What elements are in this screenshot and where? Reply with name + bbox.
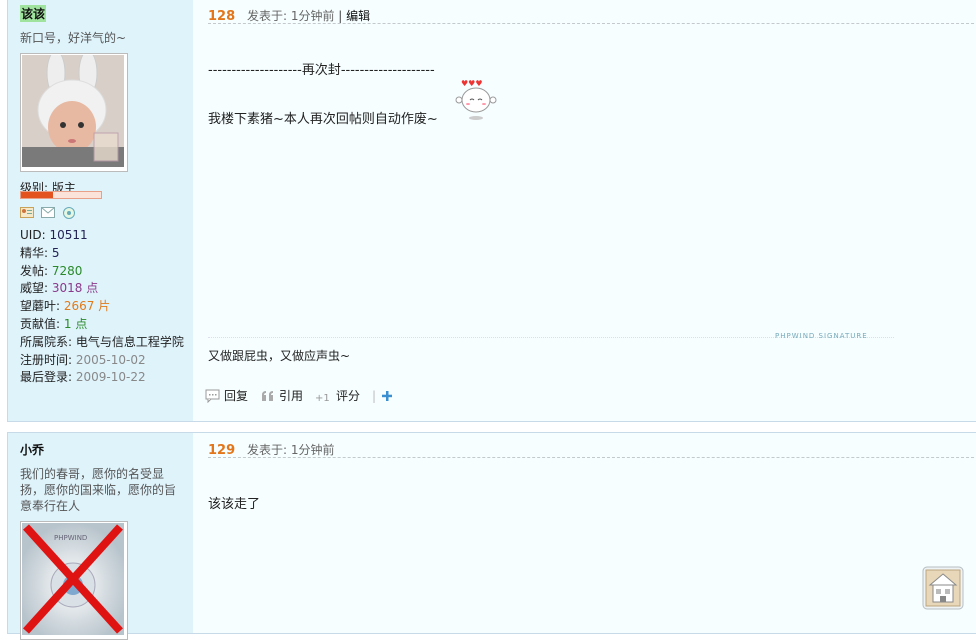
content-line-1: 该该走了 [208, 497, 261, 512]
quote-label: 引用 [279, 389, 304, 403]
post-time: 发表于: 1分钟前 [246, 9, 335, 23]
stat-posts: 发帖: 7280 [20, 263, 83, 278]
stat-department: 所属院系: 电气与信息工程学院 [20, 334, 184, 349]
post-actions: 回复 引用 +1 评分 | [205, 387, 393, 404]
content-line-1: --------------------再次封-----------------… [208, 63, 435, 78]
reply-button[interactable]: 回复 [205, 387, 248, 404]
house-icon [922, 566, 964, 610]
svg-text:♥♥♥: ♥♥♥ [461, 79, 483, 88]
post-header: 128 发表于: 1分钟前 | 编辑 [208, 7, 976, 24]
rate-label: 评分 [336, 389, 361, 403]
baby-avatar-image [22, 55, 124, 167]
floor-number[interactable]: 128 [208, 9, 235, 24]
signature-text: 又做跟屁虫，又做应声虫~ [208, 349, 351, 363]
stat-digest: 精华: 5 [20, 245, 60, 260]
chat-bubble-icon[interactable] [62, 207, 76, 219]
post-128: 该该 新口号，好洋气的~ 级别: 版主 UID: 10511 精华: 5 发帖:… [7, 0, 976, 422]
no-avatar-placeholder-image: PHPWIND [22, 523, 124, 635]
plus-one-icon: +1 [315, 393, 330, 403]
reply-icon [205, 389, 220, 403]
avatar[interactable]: PHPWIND [20, 521, 128, 640]
more-plus-icon[interactable] [382, 390, 393, 401]
user-sidebar: 小乔 我们的春哥，愿你的名受显扬，愿你的国来临，愿你的旨意奉行在人 PHPWIN… [8, 433, 193, 640]
post-129: 小乔 我们的春哥，愿你的名受显扬，愿你的国来临，愿你的旨意奉行在人 PHPWIN… [7, 432, 976, 640]
rank-progress-bar [20, 191, 102, 199]
quote-button[interactable]: 引用 [260, 387, 303, 404]
stat-contribution: 贡献值: 1 点 [20, 316, 88, 331]
post-time: 发表于: 1分钟前 [246, 443, 335, 457]
post-body: 129 发表于: 1分钟前 该该走了 [193, 433, 976, 633]
post-header: 129 发表于: 1分钟前 [208, 441, 976, 458]
user-stats: UID: 10511 精华: 5 发帖: 7280 威望: 3018 点 望蘑叶… [20, 227, 184, 387]
header-separator: | [338, 9, 343, 23]
float-home-icon[interactable] [922, 566, 964, 610]
user-actions [20, 207, 76, 219]
stat-uid: UID: 10511 [20, 228, 88, 242]
post-body: 128 发表于: 1分钟前 | 编辑 --------------------再… [193, 0, 976, 421]
signature-tag: PHPWIND SIGNATURE [775, 332, 868, 340]
floor-number[interactable]: 129 [208, 443, 235, 458]
stat-prestige: 威望: 3018 点 [20, 281, 99, 296]
stat-leaves: 望蘑叶: 2667 片 [20, 299, 111, 314]
user-sidebar: 该该 新口号，好洋气的~ 级别: 版主 UID: 10511 精华: 5 发帖:… [8, 0, 193, 421]
user-title: 新口号，好洋气的~ [20, 31, 127, 45]
actions-divider: | [372, 388, 377, 403]
content-line-2: 我楼下素猪~本人再次回帖则自动作废~ [208, 112, 438, 127]
rate-button[interactable]: +1 评分 [315, 387, 360, 404]
stat-last-login: 最后登录: 2009-10-22 [20, 370, 146, 385]
edit-link[interactable]: 编辑 [346, 9, 370, 23]
profile-card-icon[interactable] [20, 207, 34, 218]
username[interactable]: 该该 [20, 5, 47, 22]
user-title: 我们的春哥，愿你的名受显扬，愿你的国来临，愿你的旨意奉行在人 [20, 467, 177, 513]
avatar[interactable] [20, 53, 128, 172]
reply-label: 回复 [224, 389, 249, 403]
username[interactable]: 小乔 [20, 441, 44, 458]
mail-icon[interactable] [41, 207, 55, 218]
stat-registered: 注册时间: 2005-10-02 [20, 352, 146, 367]
avatar-text: PHPWIND [54, 534, 87, 542]
quote-icon [262, 390, 274, 401]
svg-text:+1: +1 [315, 393, 330, 403]
smiley-emoticon-icon: ♥♥♥ [455, 79, 497, 120]
